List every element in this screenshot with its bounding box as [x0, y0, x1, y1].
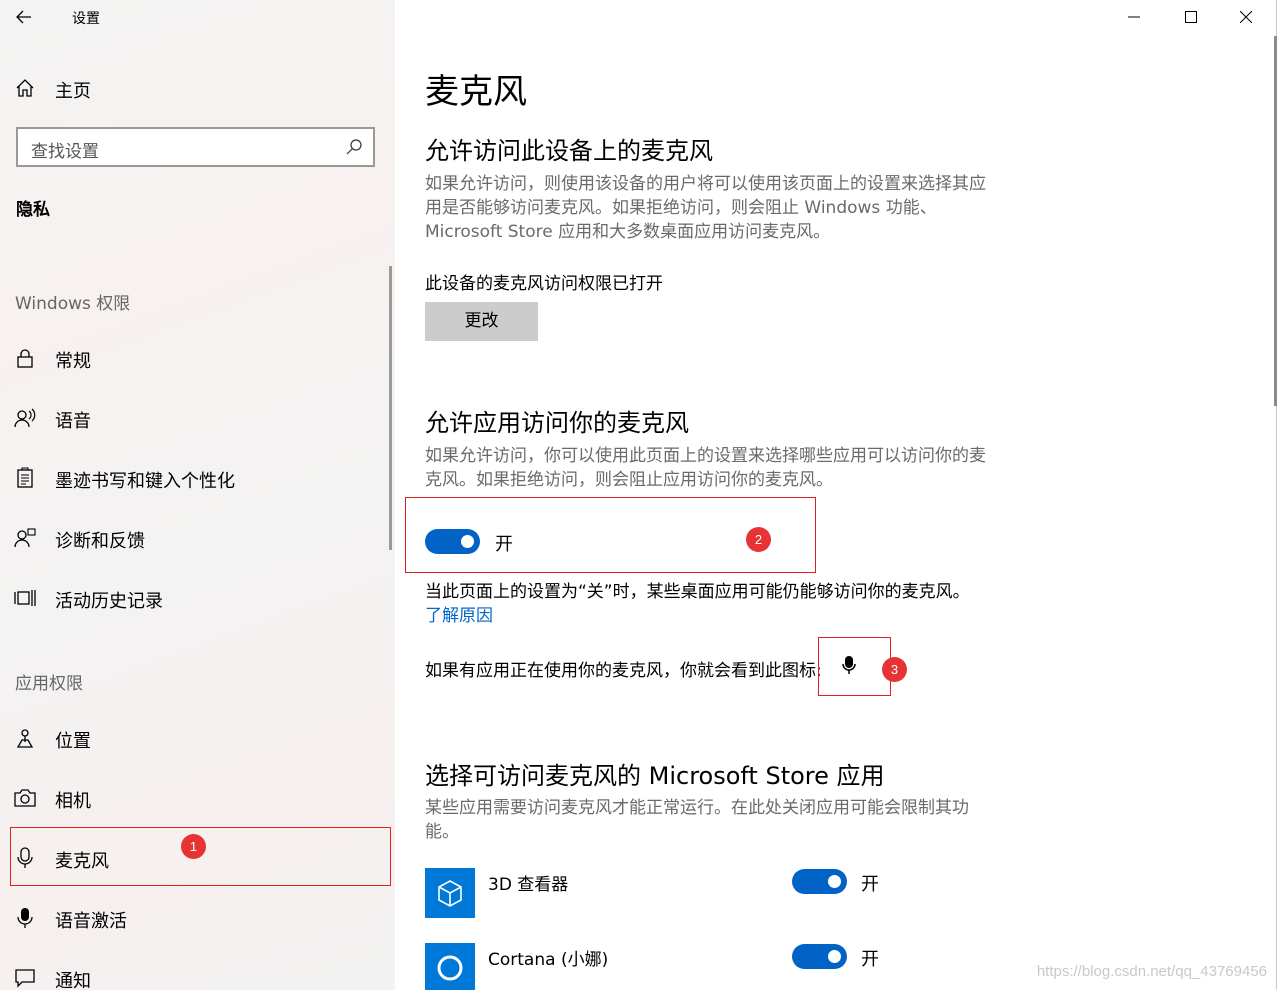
- app-toggle-cortana[interactable]: [792, 944, 847, 969]
- maximize-button[interactable]: [1162, 0, 1219, 34]
- sidebar-item-label: 活动历史记录: [55, 591, 163, 612]
- watermark: https://blog.csdn.net/qq_43769456: [1036, 963, 1267, 980]
- app-access-heading: 允许应用访问你的麦克风: [425, 409, 689, 437]
- voice-activation-icon: [14, 907, 36, 929]
- app-toggle-state: 开: [861, 874, 879, 895]
- sidebar: 设置 主页 查找设置 隐私 Windows 权限 常规 语音 墨迹书写和键入个性…: [0, 0, 395, 990]
- sidebar-item-label: 语音激活: [55, 911, 127, 932]
- speech-icon: [14, 407, 36, 429]
- desktop-apps-note: 当此页面上的设置为“关”时，某些桌面应用可能仍能够访问你的麦克风。: [425, 582, 970, 602]
- sidebar-item-activity-history[interactable]: 活动历史记录: [0, 577, 392, 621]
- back-arrow-icon: [16, 10, 31, 24]
- maximize-icon: [1184, 11, 1197, 23]
- app-title: 设置: [72, 11, 100, 27]
- sidebar-item-label: 墨迹书写和键入个性化: [55, 471, 235, 492]
- app-tile-3d-viewer: [425, 868, 475, 918]
- group-label-windows: Windows 权限: [15, 294, 131, 314]
- title-bar: 设置: [0, 0, 395, 34]
- store-apps-heading: 选择可访问麦克风的 Microsoft Store 应用: [425, 762, 885, 790]
- sidebar-item-inking[interactable]: 墨迹书写和键入个性化: [0, 457, 392, 501]
- minimize-icon: [1127, 16, 1140, 18]
- camera-icon: [14, 787, 36, 809]
- sidebar-item-label: 常规: [55, 351, 91, 372]
- sidebar-item-label: 诊断和反馈: [55, 531, 145, 552]
- location-icon: [14, 727, 36, 749]
- app-toggle-state: 开: [861, 949, 879, 970]
- sidebar-item-label: 通知: [55, 971, 91, 990]
- home-icon: [14, 77, 36, 99]
- close-icon: [1239, 11, 1252, 23]
- sidebar-item-camera[interactable]: 相机: [0, 777, 392, 821]
- app-access-description: 如果允许访问，你可以使用此页面上的设置来选择哪些应用可以访问你的麦克风。如果拒绝…: [425, 446, 986, 490]
- store-apps-description: 某些应用需要访问麦克风才能正常运行。在此处关闭应用可能会限制其功能。: [425, 798, 969, 842]
- annotation-badge-2: 2: [746, 527, 771, 552]
- feedback-icon: [14, 527, 36, 549]
- device-access-description: 如果允许访问，则使用该设备的用户将可以使用该页面上的设置来选择其应用是否能够访问…: [425, 174, 986, 242]
- 3d-viewer-icon: [438, 880, 462, 907]
- sidebar-item-feedback[interactable]: 诊断和反馈: [0, 517, 392, 561]
- annotation-box-3: [818, 637, 891, 696]
- group-label-app-permissions: 应用权限: [15, 674, 83, 694]
- sidebar-item-general[interactable]: 常规: [0, 337, 392, 381]
- app-toggle-3d-viewer[interactable]: [792, 869, 847, 894]
- timeline-icon: [14, 587, 36, 609]
- learn-more-link[interactable]: 了解原因: [425, 601, 493, 626]
- device-access-heading: 允许访问此设备上的麦克风: [425, 137, 713, 165]
- app-name-3d-viewer: 3D 查看器: [488, 875, 569, 895]
- change-button[interactable]: 更改: [425, 302, 538, 341]
- sidebar-item-label: 主页: [55, 81, 91, 102]
- annotation-badge-1: 1: [181, 834, 206, 859]
- search-icon[interactable]: [345, 138, 363, 156]
- section-heading: 隐私: [16, 200, 50, 220]
- sidebar-item-label: 位置: [55, 731, 91, 752]
- sidebar-scrollbar[interactable]: [389, 266, 392, 550]
- back-button[interactable]: [12, 6, 36, 28]
- annotation-badge-3: 3: [882, 657, 907, 682]
- sidebar-item-voice-activation[interactable]: 语音激活: [0, 897, 392, 941]
- mic-icon-hint: 如果有应用正在使用你的麦克风，你就会看到此图标:: [425, 661, 822, 681]
- inking-icon: [14, 467, 36, 489]
- search-input[interactable]: 查找设置: [16, 127, 375, 167]
- close-button[interactable]: [1217, 0, 1274, 34]
- sidebar-item-notifications[interactable]: 通知: [0, 957, 392, 990]
- sidebar-item-label: 相机: [55, 791, 91, 812]
- minimize-button[interactable]: [1105, 0, 1162, 34]
- sidebar-item-home[interactable]: 主页: [0, 67, 392, 111]
- sidebar-item-speech[interactable]: 语音: [0, 397, 392, 441]
- app-tile-cortana: [425, 943, 475, 990]
- notification-icon: [14, 967, 36, 989]
- main-content: 麦克风 允许访问此设备上的麦克风 如果允许访问，则使用该设备的用户将可以使用该页…: [395, 0, 1277, 990]
- sidebar-item-location[interactable]: 位置: [0, 717, 392, 761]
- sidebar-item-label: 语音: [55, 411, 91, 432]
- search-placeholder: 查找设置: [31, 142, 99, 162]
- device-access-status: 此设备的麦克风访问权限已打开: [425, 274, 663, 294]
- cortana-icon: [437, 955, 463, 981]
- lock-icon: [14, 347, 36, 369]
- app-name-cortana: Cortana (小娜): [488, 950, 609, 970]
- page-title: 麦克风: [425, 72, 527, 112]
